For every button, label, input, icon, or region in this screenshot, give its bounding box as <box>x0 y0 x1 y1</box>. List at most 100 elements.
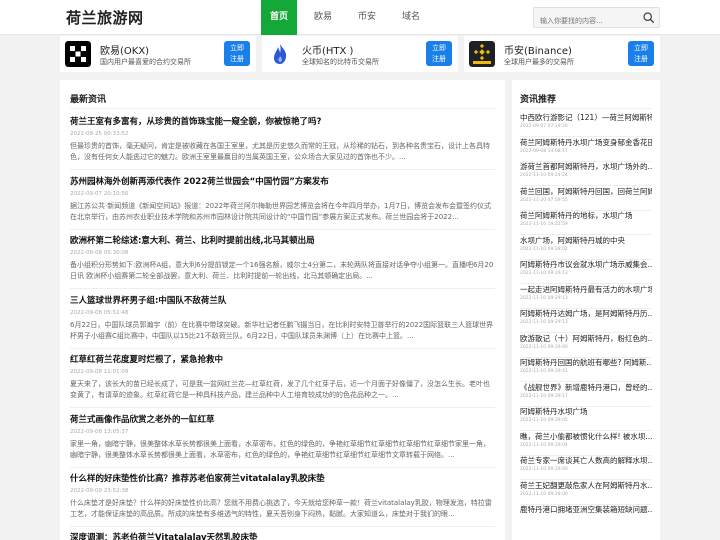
sidebar-item-date: 2022-11-10 09:24:24 <box>520 173 568 178</box>
news-item: 什么样的好床垫性价比高？推荐苏老伯家荷兰vitatalalay乳胶床垫 2022… <box>70 473 495 527</box>
sidebar-item-date: 2022-11-10 09:29:00 <box>520 467 568 472</box>
news-panel: 最新资讯 荷兰王室有多富有，从珍贵的首饰珠宝能一窥全貌，你被惊艳了吗? 2022… <box>60 80 505 540</box>
sidebar-item: 荷兰回国，阿姆斯特丹回国，回荷兰阿姆 2022-11-20 07:59:55 <box>520 187 652 211</box>
news-title[interactable]: 什么样的好床垫性价比高？推荐苏老伯家荷兰vitatalalay乳胶床垫 <box>70 473 495 485</box>
sidebar-item-title[interactable]: 水坝广场，阿姆斯特丹城的中央 <box>520 236 652 246</box>
sidebar-item-date: 2022-11-20 07:59:55 <box>520 197 568 203</box>
nav-home[interactable]: 首页 <box>261 0 297 35</box>
divider <box>520 108 652 109</box>
nav-okx[interactable]: 欧易 <box>305 0 341 35</box>
sidebar-item: 一起走进阿姆斯特丹最有活力的水坝广场 2022-11-10 09:29:13 <box>520 285 652 309</box>
news-summary: 据江苏公共·新闻频道《新闻空间站》报道：2022年荷兰阿尔梅勒世界园艺博览会将在… <box>70 202 491 221</box>
sidebar-item-date: 2022-11-10 09:29:13 <box>520 271 568 276</box>
nav-domain[interactable]: 域名 <box>393 0 429 35</box>
sidebar-item: 阿姆斯特丹达姆广场，是阿姆斯特丹历... 2022-11-10 09:29:13 <box>520 309 652 333</box>
news-title[interactable]: 欧洲杯第二轮综述:意大利、荷兰、比利时提前出线,北马其顿出局 <box>70 235 495 247</box>
sidebar-item: 瞧，荷兰小偷都被惯化什么样! 被水坝... 2022-11-10 09:29:0… <box>520 432 652 456</box>
register-label: 立即 注册 <box>230 44 244 63</box>
sidebar-item-date: 2022-11-10 19:22:59 <box>520 222 568 227</box>
sidebar-item-title[interactable]: 荷兰王妃翻更敲危家人在阿姆斯特丹水... <box>520 481 652 491</box>
sidebar-item-date: 2022-11-10 09:29:00 <box>520 344 568 350</box>
sidebar-title: 资讯推荐 <box>520 95 557 105</box>
divider <box>70 229 495 230</box>
sidebar-item-date: 2022-11-10 09:29:41 <box>520 369 568 374</box>
sidebar-item-title[interactable]: 荷兰阿姆斯特丹的地标，水坝广场 <box>520 211 652 221</box>
news-title[interactable]: 深度调测：苏老伯荷兰Vitatalalay天然乳胶床垫 <box>70 532 495 540</box>
news-title[interactable]: 荷兰式画像作品欣赏之老外的一缸红草 <box>70 414 495 426</box>
sidebar-item: 荷兰阿姆斯特丹的地标，水坝广场 2022-11-10 19:22:59 <box>520 211 652 235</box>
news-summary: 家里一角，幽暗宁静，很美整体水草长势都很美上面看，水草密布，红色的绿色的，争艳红… <box>70 440 490 459</box>
sidebar-item-title[interactable]: 荷兰专家一席谈其亡人数高的解释水坝... <box>520 456 652 466</box>
news-title[interactable]: 苏州园林海外创新再添代表作 2022荷兰世园会“中国竹园”方案发布 <box>70 176 495 188</box>
sidebar-item: 阿姆斯特丹水坝广场 2022-11-10 09:29:05 <box>520 407 652 431</box>
exchange-card-binance[interactable]: 币安(Binance) 全球用户最多的交易所 立即 注册 <box>464 36 660 72</box>
news-date: 2022-09-09 23:52:38 <box>70 488 129 494</box>
divider <box>70 526 495 527</box>
sidebar-item-date: 2022-11-10 09:29:13 <box>520 295 568 301</box>
news-item: 荷兰王室有多富有，从珍贵的首饰珠宝能一窥全貌，你被惊艳了吗? 2022-08-2… <box>70 116 495 170</box>
news-summary: 6月22日，中国队球员郭瀚宇（前）在比赛中带球突破。新华社记者任鹏飞摄当日，在比… <box>70 321 494 340</box>
sidebar-item-title[interactable]: 阿姆斯特丹回国的航班有哪些? 阿姆斯... <box>520 358 652 368</box>
news-date: 2022-08-25 00:33:52 <box>70 131 129 137</box>
news-summary: 但最珍贵的首饰，毫无疑问，肯定是被收藏在各国王室里，尤其是历史悠久而常的王冠，从… <box>70 142 490 161</box>
htx-logo-icon <box>267 41 293 67</box>
sidebar-item: 阿姆斯特丹市议会就水坝广场示威集会... 2022-11-10 09:29:13 <box>520 260 652 284</box>
sidebar-item: 《战舰世界》新增鹿特丹港口，曾经的... 2022-11-10 09:29:17 <box>520 383 652 407</box>
news-title[interactable]: 三人篮球世界杯男子组:中国队不敌荷兰队 <box>70 295 495 307</box>
recommend-sidebar: 资讯推荐 中西欧行游影记（121）—荷兰阿姆斯特丹 2022-09-07 07:… <box>512 80 660 540</box>
register-button-binance[interactable]: 立即 注册 <box>628 41 654 66</box>
news-item: 深度调测：苏老伯荷兰Vitatalalay天然乳胶床垫 <box>70 532 495 540</box>
news-item: 欧洲杯第二轮综述:意大利、荷兰、比利时提前出线,北马其顿出局 2022-08-0… <box>70 235 495 289</box>
search-icon[interactable] <box>642 11 655 24</box>
news-date: 2022-09-07 20:10:56 <box>70 191 129 197</box>
divider <box>70 467 495 468</box>
exchange-card-htx[interactable]: 火币(HTX ) 全球知名的比特币交易所 立即 注册 <box>262 36 458 72</box>
sidebar-item-date: 2022-11-10 09:28:02 <box>520 246 568 252</box>
sidebar-item-date: 2022-11-10 09:29:13 <box>520 320 568 325</box>
divider <box>70 348 495 349</box>
register-button-htx[interactable]: 立即 注册 <box>426 41 452 66</box>
search-box <box>533 7 660 31</box>
sidebar-item-title[interactable]: 游荷兰首都阿姆斯特丹，水坝广场外的... <box>520 162 652 172</box>
site-logo[interactable]: 荷兰旅游网 <box>66 7 144 28</box>
sidebar-item-title[interactable]: 荷兰回国，阿姆斯特丹回国，回荷兰阿姆 <box>520 187 652 197</box>
sidebar-item-date: 2022-09-08 14:08:17 <box>520 148 568 154</box>
exchange-name: 火币(HTX ) <box>302 46 354 57</box>
register-button-okx[interactable]: 立即 注册 <box>224 41 250 66</box>
sidebar-item: 中西欧行游影记（121）—荷兰阿姆斯特丹 2022-09-07 07:19:10 <box>520 113 652 137</box>
sidebar-item-title[interactable]: 鹿特丹港口拥堵亚洲空集装箱短缺问题... <box>520 505 652 515</box>
news-title[interactable]: 红草红荷兰花度夏时烂根了，紧急抢救中 <box>70 354 495 366</box>
search-input[interactable] <box>534 11 634 31</box>
exchange-cards: 欧易(OKX) 国内用户最喜爱的合约交易所 立即 注册 火币(HTX ) 全球知名… <box>60 36 660 72</box>
news-summary: 备小组积分形势如下:欧洲杯A组，意大利6分提前锁定一个16强名额，威尔士4分第二… <box>70 261 494 280</box>
news-item: 苏州园林海外创新再添代表作 2022荷兰世园会“中国竹园”方案发布 2022-0… <box>70 176 495 230</box>
sidebar-item-title[interactable]: 荷兰阿姆斯特丹水坝广场变身郁金香花田 <box>520 138 652 148</box>
sidebar-item-title[interactable]: 欧游散记（十）阿姆斯特丹，粉红色的... <box>520 334 652 344</box>
sidebar-item: 欧游散记（十）阿姆斯特丹，粉红色的... 2022-11-10 09:29:00 <box>520 334 652 358</box>
sidebar-item-title[interactable]: 瞧，荷兰小偷都被惯化什么样! 被水坝... <box>520 432 652 442</box>
news-title[interactable]: 荷兰王室有多富有，从珍贵的首饰珠宝能一窥全貌，你被惊艳了吗? <box>70 116 495 128</box>
sidebar-item: 鹿特丹港口拥堵亚洲空集装箱短缺问题... <box>520 505 652 515</box>
sidebar-item: 游荷兰首都阿姆斯特丹，水坝广场外的... 2022-11-10 09:24:24 <box>520 162 652 186</box>
exchange-desc: 国内用户最喜爱的合约交易所 <box>100 58 191 66</box>
sidebar-item-title[interactable]: 阿姆斯特丹市议会就水坝广场示威集会... <box>520 260 652 270</box>
nav-binance[interactable]: 币安 <box>349 0 385 35</box>
sidebar-item-date: 2022-11-10 09:29:04 <box>520 442 568 448</box>
news-section-title: 最新资讯 <box>70 95 107 105</box>
register-label: 立即 注册 <box>432 44 446 63</box>
sidebar-item-title[interactable]: 一起走进阿姆斯特丹最有活力的水坝广场 <box>520 285 652 295</box>
divider <box>70 288 495 289</box>
news-summary: 夏天来了，该长大的苗已经长成了，可是我一盆网红兰花—红草红荷，发了几个红芽子后，… <box>70 380 490 399</box>
sidebar-item-title[interactable]: 阿姆斯特丹水坝广场 <box>520 407 652 417</box>
divider <box>70 108 495 109</box>
divider <box>70 407 495 408</box>
okx-logo-icon <box>65 41 91 67</box>
news-date: 2022-09-08 13:05:37 <box>70 429 129 435</box>
exchange-name: 欧易(OKX) <box>100 46 150 57</box>
sidebar-item-title[interactable]: 阿姆斯特丹达姆广场，是阿姆斯特丹历... <box>520 309 652 319</box>
sidebar-item-title[interactable]: 中西欧行游影记（121）—荷兰阿姆斯特丹 <box>520 113 652 123</box>
sidebar-item-title[interactable]: 《战舰世界》新增鹿特丹港口，曾经的... <box>520 383 652 393</box>
exchange-desc: 全球知名的比特币交易所 <box>302 58 379 66</box>
register-label: 立即 注册 <box>634 44 648 63</box>
exchange-card-okx[interactable]: 欧易(OKX) 国内用户最喜爱的合约交易所 立即 注册 <box>60 36 256 72</box>
